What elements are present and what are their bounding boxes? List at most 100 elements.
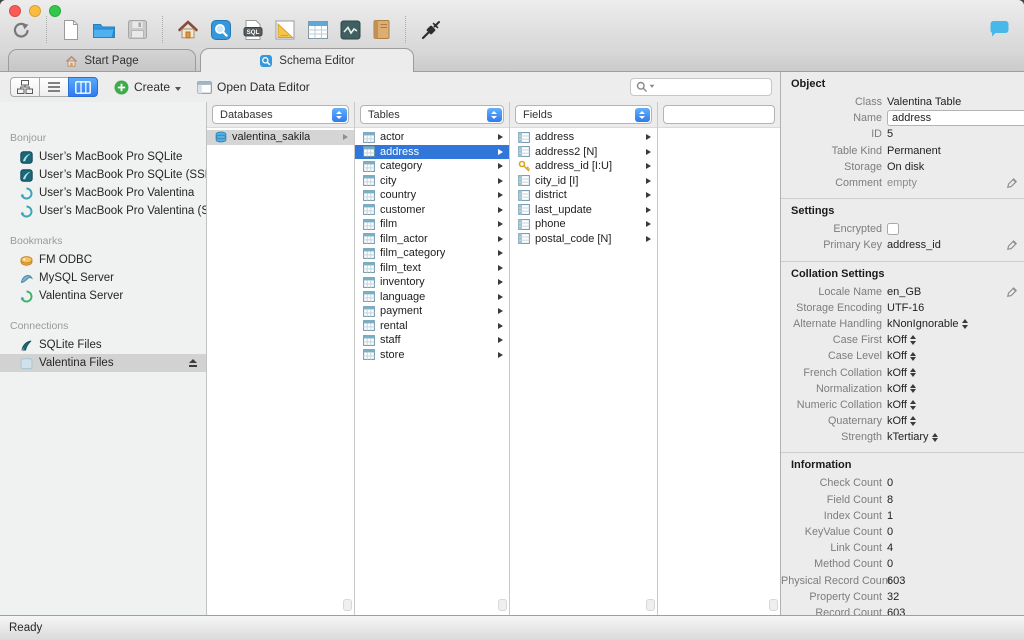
app-window: SQL Start Page Schema Editor Create Open … (0, 0, 1024, 640)
table-small-icon (363, 233, 375, 245)
inspector-row-label: Case Level (827, 350, 882, 363)
disclosure-arrow-icon (498, 322, 503, 329)
edit-pencil-button[interactable] (1006, 178, 1017, 189)
search-field[interactable] (630, 78, 772, 96)
schema-editor-button[interactable] (210, 19, 232, 41)
inspector-row-case-first: Case First kOff (781, 332, 1024, 348)
disclosure-arrow-icon (498, 337, 503, 344)
list-item-last-update[interactable]: last_update (510, 203, 657, 218)
tab-schema-editor[interactable]: Schema Editor (200, 48, 414, 72)
list-item-city-id-i[interactable]: city_id [I] (510, 174, 657, 189)
strength-select[interactable]: kTertiary (887, 431, 938, 443)
list-item-store[interactable]: store (355, 348, 509, 363)
sidebar-item-user-s-macbook-pro-valentina[interactable]: User’s MacBook Pro Valentina (0, 184, 206, 202)
report-editor-button[interactable] (372, 19, 391, 40)
inspector-row-label: Storage (844, 160, 882, 173)
inspector-row-link-count: Link Count 4 (781, 540, 1024, 556)
list-view-button[interactable] (39, 77, 69, 97)
search-input[interactable] (656, 80, 771, 94)
list-item-address[interactable]: address (510, 130, 657, 145)
disclosure-arrow-icon (646, 163, 651, 170)
inspector-row-value: Valentina Table (887, 96, 962, 109)
list-item-film[interactable]: film (355, 217, 509, 232)
new-document-button[interactable] (61, 19, 81, 41)
diagram-editor-button[interactable] (274, 19, 296, 41)
sidebar-item-label: User’s MacBook Pro Valentina (S... (39, 205, 206, 217)
list-item-language[interactable]: language (355, 290, 509, 305)
sqlite-bonjour-icon (20, 168, 33, 182)
inspector-row-storage: Storage On disk (781, 159, 1024, 175)
sidebar-item-valentina-server[interactable]: Valentina Server (0, 287, 206, 305)
column-view-button[interactable] (68, 77, 98, 97)
edit-pencil-button[interactable] (1006, 286, 1017, 298)
list-item-actor[interactable]: actor (355, 130, 509, 145)
sql-editor-button[interactable]: SQL (243, 19, 263, 41)
list-item-address2-n[interactable]: address2 [N] (510, 145, 657, 160)
undo-button[interactable] (10, 19, 32, 41)
open-file-button[interactable] (92, 20, 116, 40)
list-item-country[interactable]: country (355, 188, 509, 203)
dropdown-label: Fields (523, 108, 553, 121)
alternate-handling-select[interactable]: kNonIgnorable (887, 318, 968, 330)
encrypted-checkbox[interactable] (887, 223, 899, 236)
list-item-city[interactable]: city (355, 174, 509, 189)
list-item-phone[interactable]: phone (510, 217, 657, 232)
fields-dropdown[interactable]: Fields (515, 105, 652, 124)
sidebar-section-title: Bookmarks (10, 235, 63, 247)
eject-button[interactable] (189, 359, 197, 367)
list-item-address[interactable]: address (355, 144, 509, 159)
list-item-postal-code-n[interactable]: postal_code [N] (510, 232, 657, 247)
tables-dropdown[interactable]: Tables (360, 105, 504, 124)
french-collation-select[interactable]: kOff (887, 367, 916, 379)
disclosure-arrow-icon (498, 264, 503, 271)
feedback-button[interactable] (989, 20, 1010, 38)
start-page-button[interactable] (177, 19, 199, 40)
tree-view-button[interactable] (10, 77, 40, 97)
list-item-valentina-sakila[interactable]: valentina_sakila (207, 130, 354, 145)
list-item-payment[interactable]: payment (355, 304, 509, 319)
empty-dropdown[interactable] (663, 105, 775, 124)
list-item-category[interactable]: category (355, 159, 509, 174)
list-item-film-actor[interactable]: film_actor (355, 232, 509, 247)
sidebar-item-fm-odbc[interactable]: FM ODBC (0, 251, 206, 269)
edit-pencil-button[interactable] (1006, 240, 1017, 251)
inspector-row-value: kOff (887, 350, 907, 363)
list-item-address-id-i-u[interactable]: address_id [I:U] (510, 159, 657, 174)
quaternary-select[interactable]: kOff (887, 415, 916, 427)
list-item-district[interactable]: district (510, 188, 657, 203)
create-button[interactable]: Create (114, 80, 182, 95)
column-browser: Databases valentina_sakila Tables actor addr… (207, 102, 780, 615)
sidebar-item-valentina-files[interactable]: Valentina Files (0, 354, 206, 372)
sidebar-item-user-s-macbook-pro-valentina-s[interactable]: User’s MacBook Pro Valentina (S... (0, 202, 206, 220)
inspector-row-label: Quaternary (827, 415, 882, 428)
case-first-select[interactable]: kOff (887, 334, 916, 346)
list-item-rental[interactable]: rental (355, 319, 509, 334)
list-item-film-category[interactable]: film_category (355, 246, 509, 261)
sidebar-item-sqlite-files[interactable]: SQLite Files (0, 336, 206, 354)
list-item-label: last_update (535, 203, 592, 216)
key-icon (518, 160, 530, 172)
sidebar-item-user-s-macbook-pro-sqlite-ssl[interactable]: User’s MacBook Pro SQLite (SSL) (0, 166, 206, 184)
case-level-select[interactable]: kOff (887, 350, 916, 362)
monitor-icon (340, 20, 361, 40)
list-item-staff[interactable]: staff (355, 333, 509, 348)
list-item-film-text[interactable]: film_text (355, 261, 509, 276)
databases-dropdown[interactable]: Databases (212, 105, 349, 124)
connect-button[interactable] (420, 19, 442, 41)
disclosure-arrow-icon (498, 308, 503, 315)
numeric-collation-select[interactable]: kOff (887, 399, 916, 411)
name-input[interactable] (887, 110, 1024, 127)
data-editor-button[interactable] (307, 20, 329, 40)
list-item-inventory[interactable]: inventory (355, 275, 509, 290)
list-item-customer[interactable]: customer (355, 203, 509, 218)
normalization-select[interactable]: kOff (887, 383, 916, 395)
inspector-row-check-count: Check Count 0 (781, 475, 1024, 491)
sidebar-item-user-s-macbook-pro-sqlite[interactable]: User’s MacBook Pro SQLite (0, 148, 206, 166)
table-small-icon (363, 291, 375, 303)
server-monitor-button[interactable] (340, 20, 361, 40)
tab-start-page[interactable]: Start Page (8, 49, 196, 71)
open-data-editor-button[interactable]: Open Data Editor (197, 80, 310, 94)
sidebar-item-mysql-server[interactable]: MySQL Server (0, 269, 206, 287)
save-button[interactable] (127, 19, 148, 40)
inspector-row-label: Method Count (814, 558, 882, 571)
